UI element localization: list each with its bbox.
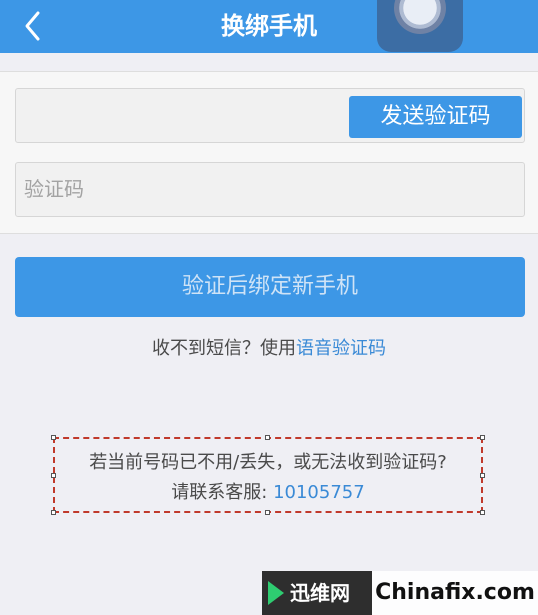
customer-service-notice: 若当前号码已不用/丢失，或无法收到验证码? 请联系客服: 10105757 <box>51 435 485 515</box>
selection-handle <box>480 510 485 515</box>
arrow-icon <box>268 581 284 605</box>
nav-bar: 换绑手机 <box>0 0 538 53</box>
bind-new-phone-button[interactable]: 验证后绑定新手机 <box>15 257 525 317</box>
notice-text: 若当前号码已不用/丢失，或无法收到验证码? <box>89 452 447 473</box>
form-panel: 发送验证码 验证码 <box>0 71 538 234</box>
watermark: 迅维网 Chinafix.com <box>262 571 538 615</box>
phone-field[interactable]: 发送验证码 <box>15 88 525 143</box>
sms-hint-text: 收不到短信？使用 <box>152 338 296 359</box>
assistive-touch-icon <box>394 0 446 34</box>
send-code-button[interactable]: 发送验证码 <box>349 96 522 138</box>
service-hotline-link[interactable]: 10105757 <box>273 482 365 503</box>
watermark-logo: 迅维网 <box>262 571 372 615</box>
selection-handle <box>51 510 56 515</box>
notice-contact: 请联系客服: 10105757 <box>55 481 481 505</box>
watermark-left-text: 迅维网 <box>290 581 350 605</box>
voice-code-link[interactable]: 语音验证码 <box>296 338 386 359</box>
selection-handle <box>51 435 56 440</box>
code-placeholder: 验证码 <box>24 177 84 201</box>
notice-contact-label: 请联系客服: <box>171 482 274 503</box>
code-field[interactable]: 验证码 <box>15 162 525 217</box>
selection-handle <box>265 510 270 515</box>
watermark-site: Chinafix.com <box>372 571 538 615</box>
selection-handle <box>265 435 270 440</box>
sms-hint: 收不到短信？使用语音验证码 <box>0 335 538 363</box>
selection-handle <box>480 435 485 440</box>
assistive-touch-button[interactable] <box>377 0 463 52</box>
